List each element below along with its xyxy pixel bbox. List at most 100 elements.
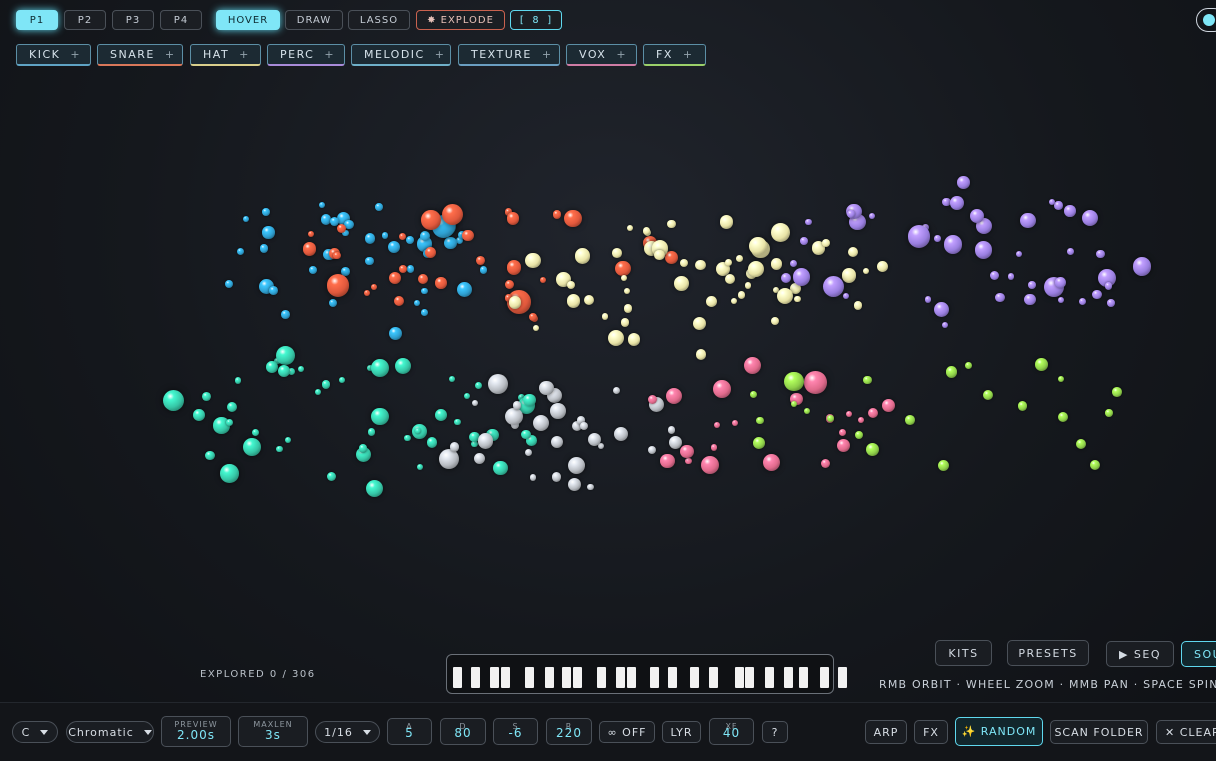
random-button[interactable]: ✨ RANDOM (955, 717, 1043, 746)
sample-sphere[interactable] (648, 445, 657, 454)
sample-sphere[interactable] (462, 229, 474, 242)
sample-sphere[interactable] (756, 416, 765, 425)
sample-sphere[interactable] (867, 407, 878, 419)
sample-sphere[interactable] (298, 365, 305, 372)
sample-sphere[interactable] (654, 250, 665, 261)
sample-sphere[interactable] (747, 260, 764, 277)
sample-sphere[interactable] (862, 267, 870, 275)
sample-sphere[interactable] (549, 403, 566, 420)
piano-key[interactable] (501, 667, 510, 688)
sample-sphere[interactable] (302, 242, 317, 256)
sample-sphere[interactable] (277, 365, 291, 378)
sample-sphere[interactable] (307, 230, 315, 238)
sample-sphere[interactable] (615, 260, 631, 277)
piano-key[interactable] (745, 667, 754, 688)
sample-sphere[interactable] (674, 276, 689, 291)
sample-sphere[interactable] (399, 264, 408, 273)
sample-sphere[interactable] (743, 357, 761, 375)
sample-sphere[interactable] (371, 407, 389, 426)
sample-sphere[interactable] (449, 375, 456, 382)
sample-sphere[interactable] (1078, 297, 1086, 305)
sample-sphere[interactable] (1058, 375, 1065, 382)
sample-sphere[interactable] (363, 290, 370, 297)
key-select[interactable]: C (12, 721, 58, 743)
sample-sphere[interactable] (700, 455, 719, 474)
sample-sphere[interactable] (389, 327, 403, 341)
sample-sphere[interactable] (587, 483, 594, 491)
sample-sphere[interactable] (938, 460, 950, 472)
sample-sphere[interactable] (738, 291, 746, 299)
sound-sphere-field[interactable] (0, 0, 1216, 640)
sample-sphere[interactable] (904, 415, 915, 425)
sample-sphere[interactable] (1076, 438, 1087, 449)
sample-sphere[interactable] (533, 325, 540, 332)
sample-sphere[interactable] (506, 211, 520, 225)
sample-sphere[interactable] (1054, 201, 1063, 210)
sample-sphere[interactable] (463, 393, 470, 400)
sample-sphere[interactable] (713, 380, 731, 398)
sample-sphere[interactable] (276, 445, 283, 452)
sample-sphere[interactable] (623, 304, 633, 313)
sample-sphere[interactable] (262, 226, 275, 239)
kits-button[interactable]: KITS (935, 640, 992, 666)
sustain-field[interactable]: S -6 (493, 718, 538, 745)
sample-sphere[interactable] (848, 247, 859, 258)
sample-sphere[interactable] (1064, 205, 1076, 217)
crossfade-field[interactable]: XF 40 (709, 718, 754, 745)
sample-sphere[interactable] (375, 203, 383, 211)
division-select[interactable]: 1/16 (315, 721, 380, 743)
piano-key[interactable] (838, 667, 847, 688)
sample-sphere[interactable] (381, 232, 389, 239)
sample-sphere[interactable] (1048, 199, 1055, 206)
sample-sphere[interactable] (995, 292, 1005, 302)
sample-sphere[interactable] (205, 450, 215, 461)
sample-sphere[interactable] (505, 407, 523, 426)
sample-sphere[interactable] (711, 444, 718, 451)
sample-sphere[interactable] (321, 380, 331, 389)
sample-sphere[interactable] (854, 430, 863, 439)
sample-sphere[interactable] (492, 460, 508, 476)
sample-sphere[interactable] (435, 277, 447, 289)
piano-key[interactable] (709, 667, 718, 688)
sample-sphere[interactable] (524, 252, 541, 269)
loop-toggle[interactable]: ∞ OFF (599, 721, 655, 743)
piano-key[interactable] (784, 667, 793, 688)
sample-sphere[interactable] (477, 433, 494, 449)
sample-sphere[interactable] (804, 371, 827, 394)
sample-sphere[interactable] (420, 230, 430, 241)
sample-sphere[interactable] (387, 241, 400, 254)
sample-sphere[interactable] (714, 421, 721, 428)
sample-sphere[interactable] (748, 237, 767, 256)
sample-sphere[interactable] (667, 426, 675, 434)
sample-sphere[interactable] (421, 309, 429, 316)
sample-sphere[interactable] (1089, 459, 1100, 471)
sample-sphere[interactable] (404, 434, 411, 442)
sample-sphere[interactable] (934, 235, 941, 242)
sample-sphere[interactable] (620, 318, 630, 327)
sample-sphere[interactable] (611, 248, 622, 259)
sample-sphere[interactable] (326, 274, 350, 298)
piano-key[interactable] (765, 667, 774, 688)
sample-sphere[interactable] (285, 436, 292, 443)
sample-sphere[interactable] (236, 247, 245, 256)
sample-sphere[interactable] (945, 366, 958, 378)
sample-sphere[interactable] (443, 236, 457, 250)
sample-sphere[interactable] (201, 392, 211, 402)
sample-sphere[interactable] (398, 233, 406, 241)
sample-sphere[interactable] (395, 357, 412, 374)
sample-sphere[interactable] (454, 418, 461, 425)
sample-sphere[interactable] (439, 449, 460, 470)
sample-sphere[interactable] (242, 438, 261, 457)
piano-key[interactable] (562, 667, 571, 688)
sample-sphere[interactable] (539, 380, 554, 395)
sample-sphere[interactable] (508, 296, 522, 309)
sample-sphere[interactable] (964, 362, 972, 370)
sample-sphere[interactable] (365, 479, 384, 498)
sample-sphere[interactable] (417, 463, 424, 470)
sample-sphere[interactable] (1092, 289, 1102, 300)
sample-sphere[interactable] (777, 287, 794, 305)
piano-key[interactable] (735, 667, 744, 688)
sample-sphere[interactable] (752, 436, 765, 449)
sample-sphere[interactable] (333, 251, 341, 260)
sample-sphere[interactable] (512, 400, 522, 410)
